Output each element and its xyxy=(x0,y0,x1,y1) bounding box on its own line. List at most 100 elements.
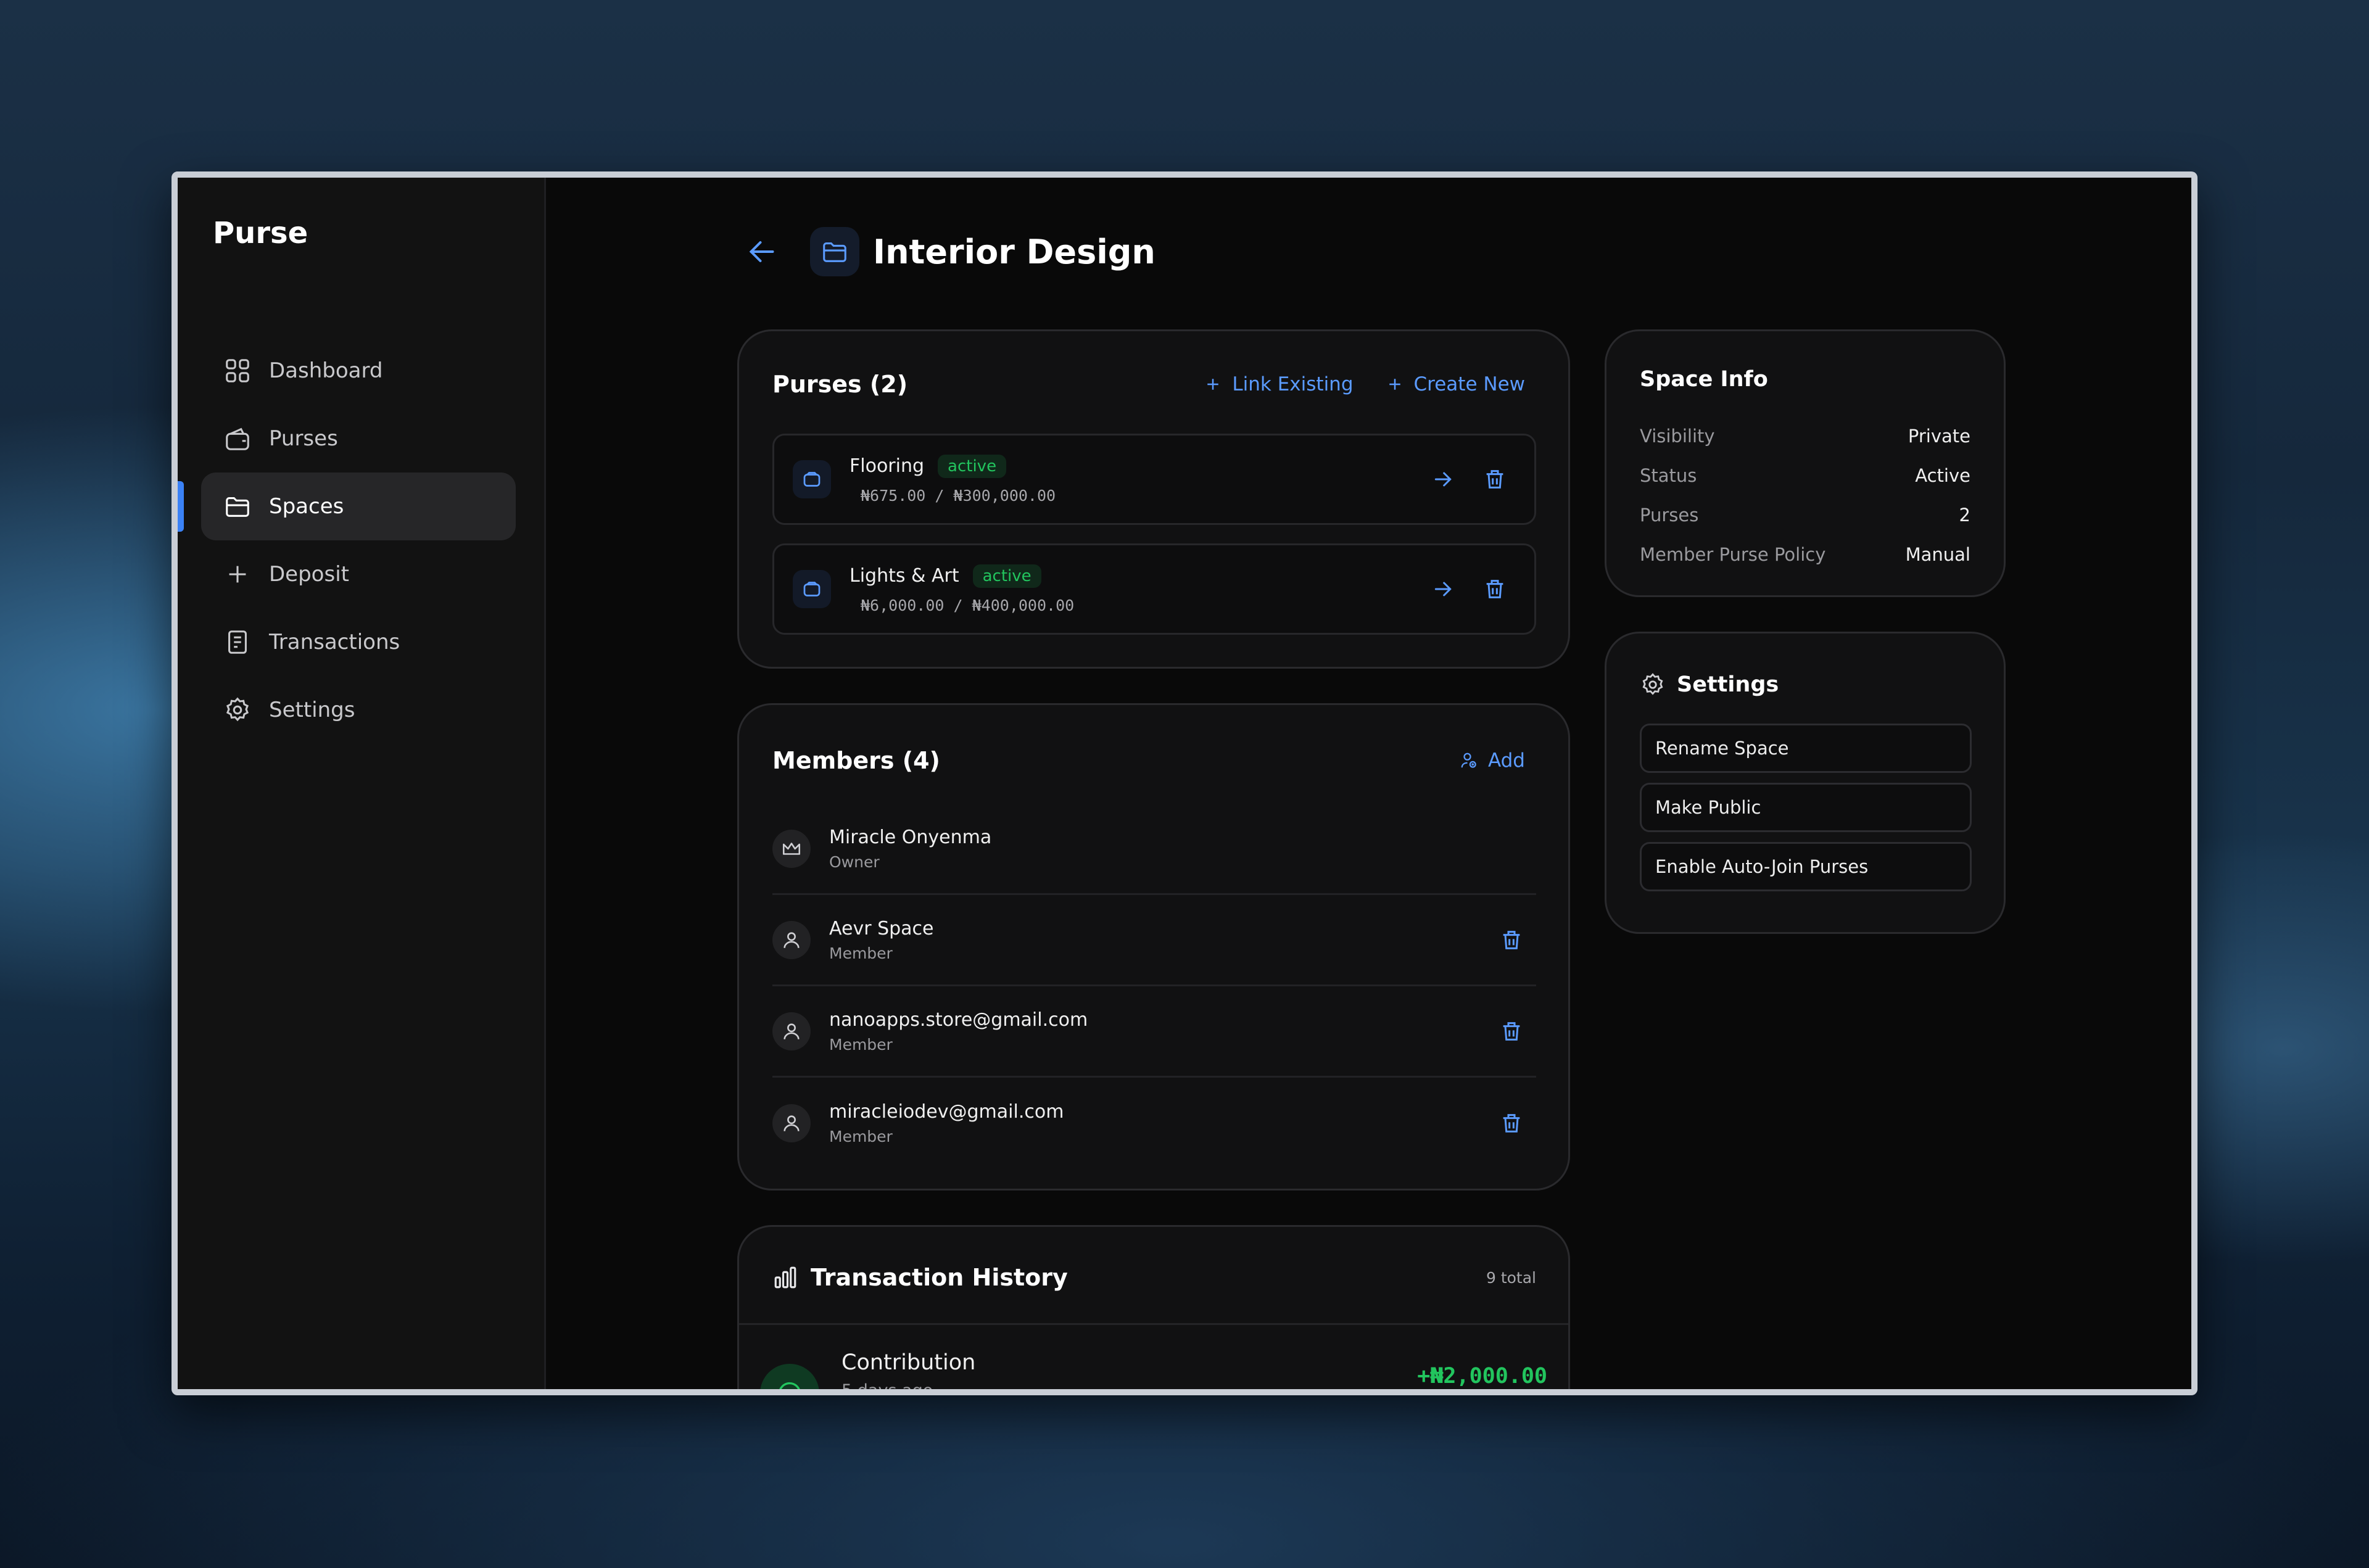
space-info-rows: Visibility Private Status Active Purses … xyxy=(1640,416,1970,574)
member-role: Owner xyxy=(829,852,880,871)
settings-title: Settings xyxy=(1677,672,1779,697)
wallet-icon xyxy=(803,472,821,487)
plus-icon xyxy=(1389,379,1400,390)
settings-header: Settings xyxy=(1640,672,1779,698)
add-member-button[interactable]: Add xyxy=(1460,749,1525,772)
info-label: Visibility xyxy=(1640,426,1715,447)
info-row-visibility: Visibility Private xyxy=(1640,416,1970,456)
purses-card: Purses (2) Link Existing Create New Floo… xyxy=(737,329,1570,669)
transaction-history-card: Transaction History 9 total Contribution… xyxy=(737,1225,1570,1395)
sidebar-item-label: Settings xyxy=(269,698,355,722)
trash-icon[interactable] xyxy=(1499,1019,1524,1044)
avatar xyxy=(772,829,811,868)
info-value: 2 xyxy=(1959,505,1970,526)
app-window: Purse Dashboard Purses Spaces Deposit Tr… xyxy=(172,171,2197,1395)
back-arrow-icon[interactable] xyxy=(743,233,780,270)
purses-title: Purses (2) xyxy=(772,371,908,398)
sidebar-item-dashboard[interactable]: Dashboard xyxy=(201,337,516,405)
gear-icon xyxy=(1642,673,1663,695)
sidebar-item-label: Transactions xyxy=(269,630,400,654)
make-public-button[interactable]: Make Public xyxy=(1640,783,1972,832)
transaction-icon-badge xyxy=(760,1364,819,1389)
info-label: Purses xyxy=(1640,505,1699,526)
trash-icon[interactable] xyxy=(1499,928,1524,952)
sidebar-item-label: Spaces xyxy=(269,494,344,519)
purse-info: Flooring active ₦675.00 / ₦300,000.00 xyxy=(850,454,1404,505)
settings-card: Settings Rename Space Make Public Enable… xyxy=(1605,632,2006,934)
receipt-icon xyxy=(228,630,247,654)
member-name: Miracle Onyenma xyxy=(829,826,992,848)
sidebar-item-label: Dashboard xyxy=(269,358,383,383)
purse-amount: ₦675.00 / ₦300,000.00 xyxy=(861,486,1056,505)
user-icon xyxy=(783,931,800,948)
info-label: Member Purse Policy xyxy=(1640,544,1826,565)
purse-info: Lights & Art active ₦6,000.00 / ₦400,000… xyxy=(850,564,1404,614)
members-card: Members (4) Add Miracle Onyenma Owner Ae… xyxy=(737,703,1570,1190)
sidebar-item-settings[interactable]: Settings xyxy=(201,676,516,744)
space-info-title: Space Info xyxy=(1640,367,1768,392)
transaction-history-header: Transaction History 9 total xyxy=(772,1259,1536,1296)
page-header: Interior Design xyxy=(743,227,1156,276)
link-existing-button[interactable]: Link Existing xyxy=(1204,373,1354,395)
transaction-name: Contribution xyxy=(841,1350,976,1375)
enable-auto-join-button[interactable]: Enable Auto-Join Purses xyxy=(1640,842,1972,891)
bar-chart-icon xyxy=(774,1266,796,1289)
member-row: Aevr Space Member xyxy=(772,895,1536,986)
add-member-label: Add xyxy=(1487,749,1525,772)
plus-icon xyxy=(229,566,246,583)
rename-space-button[interactable]: Rename Space xyxy=(1640,724,1972,773)
purse-amount: ₦6,000.00 / ₦400,000.00 xyxy=(861,596,1075,614)
main-content: Interior Design Purses (2) Link Existing… xyxy=(546,178,2191,1389)
purse-row[interactable]: Flooring active ₦675.00 / ₦300,000.00 xyxy=(772,434,1536,525)
member-row: nanoapps.store@gmail.com Member xyxy=(772,986,1536,1078)
create-new-button[interactable]: Create New xyxy=(1386,373,1525,395)
avatar xyxy=(772,1104,811,1142)
info-value: Manual xyxy=(1905,544,1970,565)
purse-row[interactable]: Lights & Art active ₦6,000.00 / ₦400,000… xyxy=(772,543,1536,635)
purse-icon-badge xyxy=(793,570,831,608)
info-value: Private xyxy=(1908,426,1970,447)
members-title: Members (4) xyxy=(772,747,940,774)
sidebar-item-deposit[interactable]: Deposit xyxy=(201,540,516,608)
wallet-icon xyxy=(803,582,821,596)
avatar xyxy=(772,920,811,959)
member-row: Miracle Onyenma Owner xyxy=(772,804,1536,895)
sidebar-nav: Dashboard Purses Spaces Deposit Transact… xyxy=(178,337,516,744)
status-badge: active xyxy=(938,454,1007,478)
info-value: Active xyxy=(1915,465,1970,486)
trash-icon[interactable] xyxy=(1499,1111,1524,1136)
user-icon xyxy=(783,1023,800,1039)
grid-icon xyxy=(226,359,249,382)
trash-icon[interactable] xyxy=(1482,577,1507,601)
sidebar-item-label: Deposit xyxy=(269,562,349,587)
purse-name: Flooring xyxy=(850,455,925,477)
arrow-right-icon[interactable] xyxy=(1431,467,1455,492)
transaction-amount: +₦2,000.00 xyxy=(1417,1364,1547,1389)
member-role: Member xyxy=(829,1128,893,1145)
members-header: Members (4) Add xyxy=(772,747,1525,774)
member-name: Aevr Space xyxy=(829,917,934,939)
brand-logo: Purse xyxy=(213,216,308,250)
transaction-row[interactable]: Contribution 5 days ago +₦2,000.00 xyxy=(760,1345,1547,1395)
info-row-status: Status Active xyxy=(1640,456,1970,495)
trash-icon[interactable] xyxy=(1482,467,1507,492)
sidebar-item-transactions[interactable]: Transactions xyxy=(201,608,516,676)
transaction-count: 9 total xyxy=(1486,1268,1536,1287)
transaction-time: 5 days ago xyxy=(841,1381,933,1395)
crown-icon xyxy=(782,842,801,855)
plus-icon xyxy=(1207,379,1219,390)
sidebar-item-purses[interactable]: Purses xyxy=(201,405,516,472)
space-icon-badge xyxy=(810,227,859,276)
purse-name: Lights & Art xyxy=(850,565,959,587)
wallet-icon xyxy=(226,427,249,450)
link-existing-label: Link Existing xyxy=(1232,373,1354,395)
check-circle-icon xyxy=(779,1382,800,1389)
member-row: miracleiodev@gmail.com Member xyxy=(772,1078,1536,1169)
folder-icon xyxy=(226,497,249,517)
transaction-history-title: Transaction History xyxy=(811,1264,1068,1291)
arrow-right-icon[interactable] xyxy=(1431,577,1455,601)
folder-icon xyxy=(823,242,846,262)
member-name: nanoapps.store@gmail.com xyxy=(829,1009,1088,1031)
status-badge: active xyxy=(972,564,1041,588)
sidebar-item-spaces[interactable]: Spaces xyxy=(178,472,516,540)
